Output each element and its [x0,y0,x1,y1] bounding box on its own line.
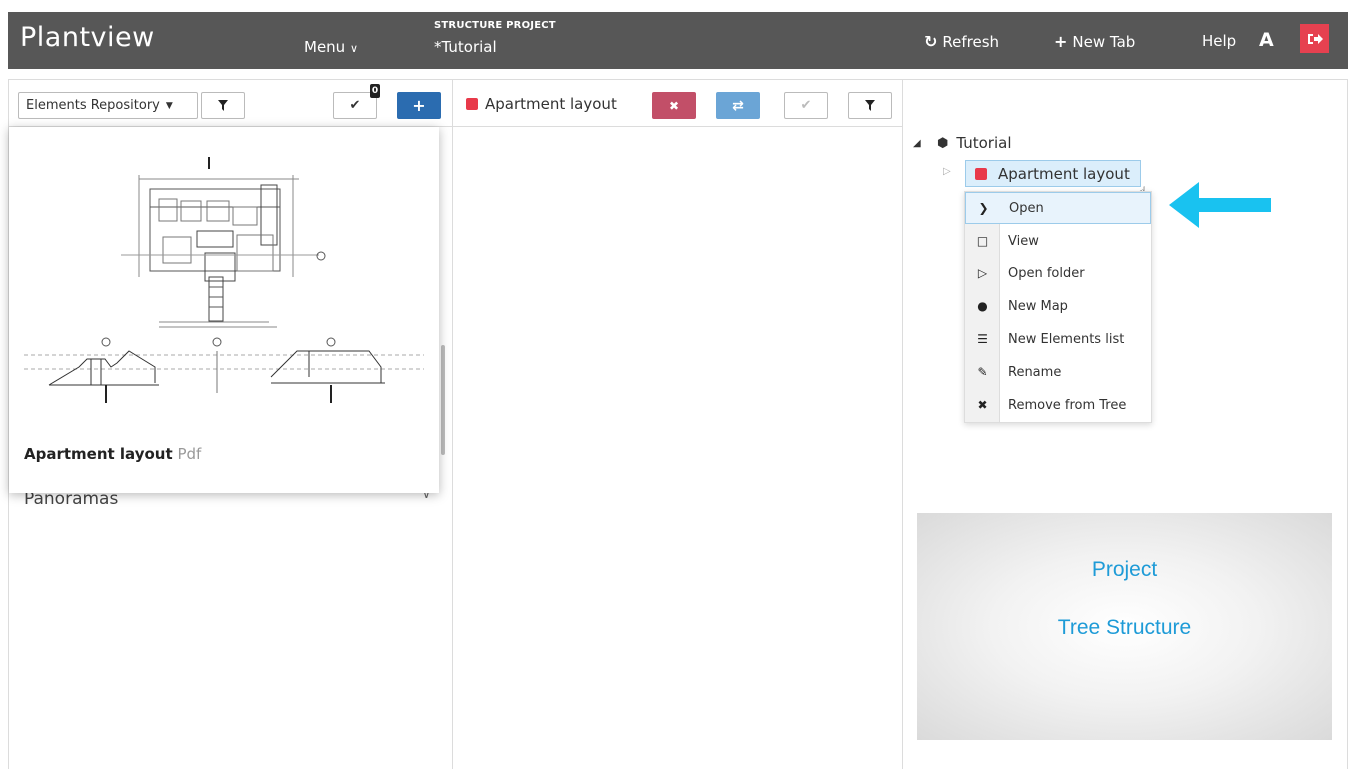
globe-icon: ● [977,299,988,313]
check-icon: ✔ [800,98,812,113]
left-panel-scrollbar[interactable] [441,345,445,455]
panel-divider-right [902,80,903,769]
document-tab-label: Apartment layout [485,95,617,113]
logout-button[interactable] [1300,24,1329,53]
panel-divider-left [452,80,453,769]
info-box-line-2: Tree Structure [1057,616,1192,639]
sign-out-icon [1307,33,1323,44]
document-tab[interactable]: Apartment layout [466,95,617,113]
menu-item-label: View [1008,233,1039,249]
close-document-button[interactable]: ✖ [652,92,696,119]
preview-title: Apartment layout Pdf [24,445,201,463]
repository-select-label: Elements Repository [26,98,160,113]
filter-icon [218,100,228,111]
help-label: Help [1202,32,1237,50]
refresh-icon: ↻ [924,32,938,51]
menu-item-label: Open folder [1008,265,1085,281]
close-icon: ✖ [977,398,988,412]
menu-item-new-elements-list[interactable]: ☰ New Elements list [965,323,1151,355]
list-icon: ☰ [977,332,988,346]
help-button[interactable]: Help [1202,32,1236,50]
pointer-arrow-icon [1169,182,1271,228]
menu-item-label: Rename [1008,364,1062,380]
toolbar-bottom-border [8,79,1348,80]
project-name: *Tutorial [434,38,497,56]
collapsed-triangle-icon[interactable]: ▷ [943,166,951,177]
menu-label: Menu [304,38,346,56]
filter-icon [865,100,875,111]
plus-icon: + [412,96,426,115]
tree-node-apartment-layout[interactable]: Apartment layout [965,160,1141,187]
menu-item-label: New Elements list [1008,331,1125,347]
top-header: Plantview Menu ∨ STRUCTURE PROJECT *Tuto… [8,12,1348,69]
confirm-button[interactable]: ✔ [784,92,828,119]
menu-item-view[interactable]: □ View [965,225,1151,257]
preview-filetype: Pdf [177,445,202,463]
close-icon: ✖ [668,98,680,113]
menu-item-rename[interactable]: ✎ Rename [965,356,1151,388]
chevron-down-icon: ❯ [978,201,989,215]
menu-item-remove-from-tree[interactable]: ✖ Remove from Tree [965,389,1151,421]
menu-item-open-folder[interactable]: ▷ Open folder [965,257,1151,289]
selection-count-badge: 0 [370,84,380,98]
project-type-label: STRUCTURE PROJECT [434,20,556,31]
tree-root-node[interactable]: ◢ ⬢ Tutorial [913,134,1012,152]
app-brand[interactable]: Plantview [20,22,155,53]
tree-context-menu: ❯ Open □ View ▷ Open folder ● New Map ☰ … [964,191,1152,423]
plus-icon: + [1054,32,1068,51]
repository-select[interactable]: Elements Repository ▼ [18,92,198,119]
swap-icon: ⇄ [732,97,744,114]
menu-item-label: New Map [1008,298,1068,314]
document-color-icon [466,98,478,110]
check-icon: ✔ [349,98,361,113]
new-tab-button[interactable]: + New Tab [1054,32,1135,51]
new-tab-label: New Tab [1072,32,1136,51]
element-preview-card[interactable]: Apartment layout Pdf [9,127,439,493]
refresh-button[interactable]: ↻ Refresh [924,32,999,51]
cube-icon: ⬢ [937,135,949,151]
caret-down-icon: ▼ [165,100,173,111]
filter-button[interactable] [201,92,245,119]
middle-filter-button[interactable] [848,92,892,119]
tree-node-label: Apartment layout [998,164,1130,183]
user-avatar[interactable]: A [1259,29,1274,51]
floor-plan-thumbnail [24,157,424,403]
tree-root-label: Tutorial [956,134,1012,152]
folder-open-icon: ▷ [977,266,988,280]
refresh-label: Refresh [942,32,1000,51]
menu-item-label: Open [1009,200,1044,216]
monitor-icon: □ [976,234,989,248]
chevron-down-icon: ∨ [349,42,359,55]
info-box-line-1: Project [1091,558,1158,581]
menu-item-new-map[interactable]: ● New Map [965,290,1151,322]
document-color-icon [975,167,987,180]
expand-triangle-icon[interactable]: ◢ [913,138,929,149]
swap-button[interactable]: ⇄ [716,92,760,119]
right-panel-border [1347,80,1348,769]
menu-item-label: Remove from Tree [1008,397,1127,413]
add-element-button[interactable]: + [397,92,441,119]
pencil-icon: ✎ [977,365,988,379]
preview-name: Apartment layout [24,445,173,463]
menu-item-open[interactable]: ❯ Open [965,192,1151,224]
main-menu-button[interactable]: Menu ∨ [304,38,358,56]
